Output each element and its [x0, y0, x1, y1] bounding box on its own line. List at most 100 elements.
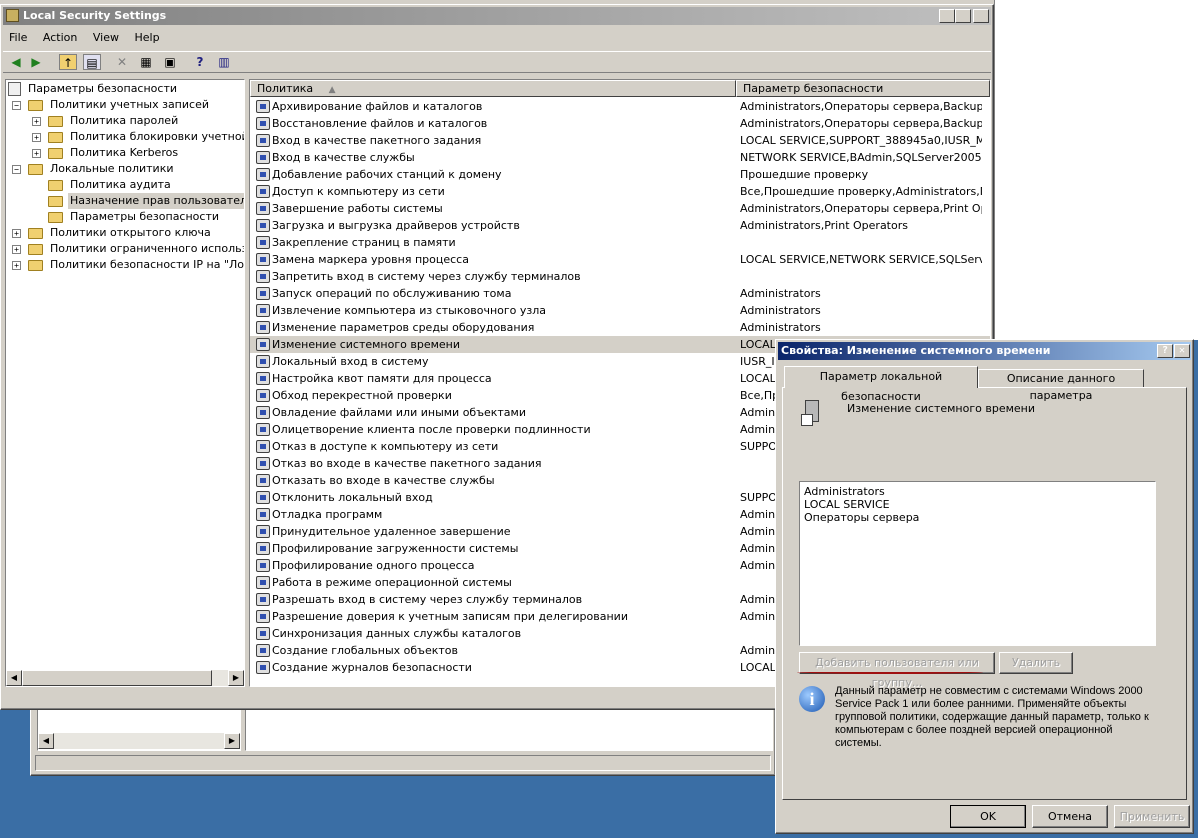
list-header: Политика ▲ Параметр безопасности	[250, 80, 990, 97]
dialog-close-button[interactable]: ✕	[1174, 344, 1190, 358]
policy-cell: Разрешение доверия к учетным записям при…	[272, 610, 628, 623]
collapse-icon[interactable]: −	[12, 165, 21, 174]
table-row[interactable]: Архивирование файлов и каталогов Administ…	[250, 98, 990, 115]
minimize-button[interactable]: _	[939, 9, 955, 23]
cancel-button[interactable]: Отмена	[1032, 805, 1108, 828]
close-button[interactable]: ✕	[973, 9, 989, 23]
setting-cell: Administrators	[740, 304, 821, 317]
menu-file[interactable]: File	[3, 29, 33, 47]
ok-label: OK	[980, 810, 996, 823]
tree-item[interactable]: + Политика паролей	[6, 113, 244, 129]
scroll-right-button[interactable]: ▶	[224, 733, 240, 749]
background-hscroll[interactable]: ◀ ▶	[38, 733, 240, 749]
table-row[interactable]: Извлечение компьютера из стыковочного уз…	[250, 302, 990, 319]
policy-cell: Отказ в доступе к компьютеру из сети	[272, 440, 499, 453]
policy-cell: Настройка квот памяти для процесса	[272, 372, 492, 385]
column-header-setting[interactable]: Параметр безопасности	[736, 80, 990, 97]
policy-cell: Замена маркера уровня процесса	[272, 253, 469, 266]
member-item[interactable]: Операторы сервера	[804, 511, 1151, 524]
tab-local-setting[interactable]: Параметр локальной безопасности	[784, 366, 978, 403]
tree-item[interactable]: − Политики учетных записей	[6, 97, 244, 113]
delete-icon[interactable]: ✕	[113, 54, 131, 70]
collapse-icon[interactable]: −	[12, 101, 21, 110]
up-folder-icon[interactable]: ↑	[59, 54, 77, 70]
folder-icon	[28, 164, 43, 175]
tree-item[interactable]: Назначение прав пользователя	[6, 193, 244, 209]
policy-icon	[256, 389, 270, 402]
table-row[interactable]: Завершение работы системы Administrators,…	[250, 200, 990, 217]
table-row[interactable]: Доступ к компьютеру из сети Все,Прошедшие…	[250, 183, 990, 200]
console-tree-icon[interactable]: ▥	[215, 54, 233, 70]
policy-icon	[256, 559, 270, 572]
dialog-title-bar[interactable]: Свойства: Изменение системного времени ?…	[778, 342, 1191, 360]
maximize-button[interactable]: □	[955, 9, 971, 23]
tree-item-label: Политика блокировки учетной запи	[70, 130, 245, 143]
folder-icon	[48, 212, 63, 223]
menu-action[interactable]: Action	[37, 29, 83, 47]
policy-icon	[256, 661, 270, 674]
table-row[interactable]: Запуск операций по обслуживанию тома Admi…	[250, 285, 990, 302]
properties-icon[interactable]: ▦	[137, 54, 155, 70]
table-row[interactable]: Восстановление файлов и каталогов Adminis…	[250, 115, 990, 132]
folder-icon	[48, 180, 63, 191]
expand-icon[interactable]: +	[12, 245, 21, 254]
main-window-title: Local Security Settings	[23, 9, 167, 22]
member-item[interactable]: LOCAL SERVICE	[804, 498, 1151, 511]
table-row[interactable]: Вход в качестве службы NETWORK SERVICE,BA…	[250, 149, 990, 166]
table-row[interactable]: Замена маркера уровня процесса LOCAL SERV…	[250, 251, 990, 268]
table-row[interactable]: Закрепление страниц в памяти	[250, 234, 990, 251]
tree-item[interactable]: + Политики безопасности IP на "Локальн	[6, 257, 244, 273]
tab-description[interactable]: Описание данного параметра	[978, 369, 1144, 402]
table-row[interactable]: Вход в качестве пакетного задания LOCAL S…	[250, 132, 990, 149]
column-header-policy[interactable]: Политика ▲	[250, 80, 736, 97]
table-row[interactable]: Добавление рабочих станций к домену Проше…	[250, 166, 990, 183]
dialog-help-button[interactable]: ?	[1157, 344, 1173, 358]
member-item[interactable]: Administrators	[804, 485, 1151, 498]
apply-button[interactable]: Применить	[1114, 805, 1190, 828]
policy-icon	[256, 644, 270, 657]
forward-icon[interactable]: ▶	[27, 54, 45, 70]
info-icon: i	[799, 686, 825, 712]
policy-icon	[256, 372, 270, 385]
policy-icon	[256, 406, 270, 419]
policy-icon	[256, 355, 270, 368]
policy-cell: Профилирование загруженности системы	[272, 542, 519, 555]
tree-item[interactable]: + Политики открытого ключа	[6, 225, 244, 241]
tree-item[interactable]: Политика аудита	[6, 177, 244, 193]
help-icon[interactable]: ?	[191, 54, 209, 70]
tree-scroll-left[interactable]: ◀	[6, 670, 22, 686]
tree-hscroll[interactable]: ◀ ▶	[6, 670, 244, 686]
expand-icon[interactable]: +	[12, 261, 21, 270]
expand-icon[interactable]: +	[32, 133, 41, 142]
policy-icon	[256, 321, 270, 334]
setting-cell: NETWORK SERVICE,BAdmin,SQLServer2005SQ..…	[740, 151, 982, 164]
table-row[interactable]: Изменение параметров среды оборудования A…	[250, 319, 990, 336]
tree-scroll-thumb[interactable]	[22, 670, 212, 686]
tree-item[interactable]: + Политики ограниченного использова	[6, 241, 244, 257]
expand-icon[interactable]: +	[32, 149, 41, 158]
menu-help[interactable]: Help	[128, 29, 165, 47]
expand-icon[interactable]: +	[32, 117, 41, 126]
show-hide-tree-icon[interactable]: ▤	[83, 54, 101, 70]
back-icon[interactable]: ◀	[7, 54, 25, 70]
tree-item[interactable]: − Локальные политики	[6, 161, 244, 177]
scroll-left-button[interactable]: ◀	[38, 733, 54, 749]
remove-button[interactable]: Удалить	[999, 652, 1073, 674]
setting-cell: Administrators	[740, 321, 821, 334]
policy-cell: Отказ во входе в качестве пакетного зада…	[272, 457, 542, 470]
tree-item[interactable]: Параметры безопасности	[6, 209, 244, 225]
menu-view[interactable]: View	[87, 29, 125, 47]
expand-icon[interactable]: +	[12, 229, 21, 238]
tree-item[interactable]: + Политика Kerberos	[6, 145, 244, 161]
main-title-bar[interactable]: Local Security Settings _ □ ✕	[3, 7, 991, 25]
ok-button[interactable]: OK	[950, 805, 1026, 828]
folder-icon	[28, 100, 43, 111]
table-row[interactable]: Загрузка и выгрузка драйверов устройств A…	[250, 217, 990, 234]
tree-root[interactable]: Параметры безопасности	[8, 81, 177, 97]
members-list[interactable]: Administrators LOCAL SERVICE Операторы с…	[799, 481, 1156, 646]
tree-item[interactable]: + Политика блокировки учетной запи	[6, 129, 244, 145]
export-list-icon[interactable]: ▣	[161, 54, 179, 70]
table-row[interactable]: Запретить вход в систему через службу те…	[250, 268, 990, 285]
policy-icon	[256, 185, 270, 198]
tree-scroll-right[interactable]: ▶	[228, 670, 244, 686]
